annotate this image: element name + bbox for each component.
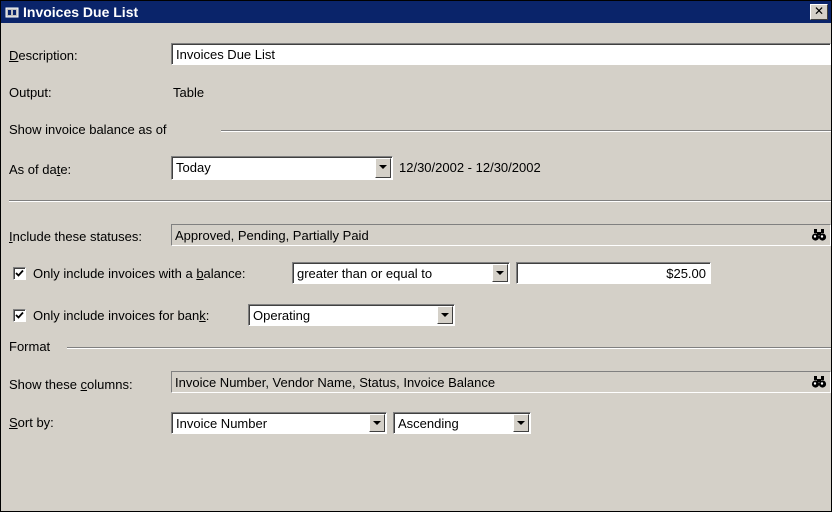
chevron-down-icon[interactable] [375, 158, 391, 178]
output-value: Table [173, 85, 205, 100]
as-of-date-select[interactable]: Today [171, 156, 393, 180]
balance-amount-input[interactable]: $25.00 [516, 262, 711, 284]
chevron-down-icon[interactable] [437, 306, 453, 324]
show-balance-group-label: Show invoice balance as of [9, 122, 167, 137]
date-range-text: 12/30/2002 - 12/30/2002 [399, 160, 541, 175]
group-divider [221, 130, 831, 132]
binoculars-icon[interactable] [811, 228, 827, 242]
sort-field-select[interactable]: Invoice Number [171, 412, 387, 434]
balance-operator-select[interactable]: greater than or equal to [292, 262, 510, 284]
columns-label: Show these columns: [9, 377, 133, 392]
balance-filter-checkbox[interactable] [13, 267, 26, 280]
balance-operator-selected: greater than or equal to [297, 266, 433, 281]
bank-selected: Operating [253, 308, 311, 323]
description-input[interactable]: Invoices Due List [171, 43, 831, 65]
close-button[interactable]: ✕ [810, 4, 828, 20]
output-label: Output: [9, 85, 52, 100]
format-group-label: Format [9, 339, 51, 354]
bank-select[interactable]: Operating [248, 304, 455, 326]
chevron-down-icon[interactable] [492, 264, 508, 282]
dialog-window: Invoices Due List ✕ Description: Invoice… [0, 0, 832, 512]
statuses-value: Approved, Pending, Partially Paid [175, 228, 369, 243]
check-icon [15, 269, 24, 277]
window-title: Invoices Due List [23, 4, 139, 20]
sort-direction-select[interactable]: Ascending [393, 412, 531, 434]
binoculars-icon[interactable] [811, 375, 827, 389]
columns-field[interactable]: Invoice Number, Vendor Name, Status, Inv… [171, 371, 831, 393]
sort-label: Sort by: [9, 415, 54, 430]
close-icon: ✕ [813, 4, 825, 18]
as-of-date-selected: Today [176, 160, 211, 175]
balance-filter-label: Only include invoices with a balance: [33, 266, 246, 281]
sort-field-selected: Invoice Number [176, 416, 268, 431]
group-divider [67, 347, 831, 349]
statuses-field[interactable]: Approved, Pending, Partially Paid [171, 224, 831, 246]
section-divider [9, 200, 831, 202]
report-icon [5, 5, 19, 19]
as-of-date-label: As of date: [9, 162, 72, 177]
bank-filter-checkbox[interactable] [13, 309, 26, 322]
chevron-down-icon[interactable] [369, 414, 385, 432]
description-label: Description: [9, 48, 78, 63]
balance-amount-value: $25.00 [666, 266, 706, 281]
title-bar: Invoices Due List ✕ [1, 1, 831, 23]
sort-direction-selected: Ascending [398, 416, 459, 431]
description-value: Invoices Due List [176, 47, 275, 62]
columns-value: Invoice Number, Vendor Name, Status, Inv… [175, 375, 496, 390]
bank-filter-label: Only include invoices for bank: [33, 308, 210, 323]
check-icon [15, 311, 24, 319]
statuses-label: Include these statuses: [9, 229, 142, 244]
chevron-down-icon[interactable] [513, 414, 529, 432]
